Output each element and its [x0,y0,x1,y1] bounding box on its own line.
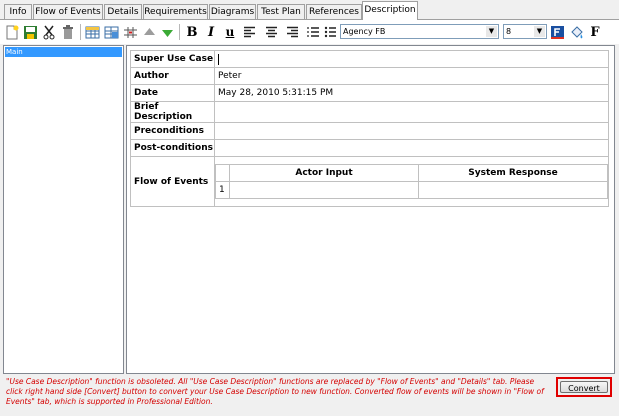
flow-of-events-cell: Actor Input System Response 1 [214,156,609,207]
convert-highlight: Convert [556,377,612,397]
tab-test-plan[interactable]: Test Plan [257,4,305,19]
align-left-icon[interactable] [241,24,257,40]
delete-icon[interactable] [60,24,76,40]
cut-icon[interactable] [41,24,57,40]
split-cells-icon[interactable] [122,24,138,40]
font-size-select[interactable]: 8 ▼ [503,24,547,39]
preconditions-field[interactable] [214,122,609,140]
font-family-select[interactable]: Agency FB ▼ [340,24,499,39]
table-row: 1 [215,181,608,199]
use-case-description-table: Super Use Case Author Peter Date May 28,… [130,50,609,207]
table-row: Brief Description [130,101,609,123]
tab-info[interactable]: Info [4,4,32,19]
row-label: Date [130,84,215,102]
super-use-case-field[interactable] [214,50,609,68]
post-conditions-field[interactable] [214,139,609,157]
table-row: Flow of Events Actor Input System Respon… [130,156,609,207]
formatting-toolbar: B I u Agency FB ▼ 8 ▼ F [0,20,619,44]
font-color-icon[interactable] [549,24,565,40]
tree-item-main[interactable]: Main [5,47,122,57]
table-properties-icon[interactable] [103,24,119,40]
font-family-value: Agency FB [343,27,386,36]
save-icon[interactable] [22,24,38,40]
align-right-icon[interactable] [284,24,300,40]
toolbar-separator [80,24,81,40]
tab-strip: Info Flow of Events Details Requirements… [0,0,619,20]
date-field[interactable]: May 28, 2010 5:31:15 PM [214,84,609,102]
fill-color-icon[interactable] [568,24,584,40]
chevron-down-icon[interactable]: ▼ [534,26,545,37]
tab-details[interactable]: Details [104,4,142,19]
row-label: Author [130,67,215,85]
description-editor[interactable]: Super Use Case Author Peter Date May 28,… [126,45,615,374]
tab-description[interactable]: Description [362,1,418,20]
column-header: Actor Input [229,164,419,182]
column-header [215,164,230,182]
row-label: Brief Description [130,101,215,123]
chevron-down-icon[interactable]: ▼ [486,26,497,37]
obsolete-notice: "Use Case Description" function is obsol… [6,377,544,406]
row-label: Flow of Events [130,156,215,207]
actor-input-cell[interactable] [229,181,419,199]
table-row: Preconditions [130,122,609,140]
table-row: Author Peter [130,67,609,85]
column-header: System Response [418,164,608,182]
bullet-list-icon[interactable] [322,24,338,40]
row-label: Preconditions [130,122,215,140]
table-row: Actor Input System Response [215,164,608,182]
text-cursor [218,53,219,65]
row-label: Super Use Case [130,50,215,68]
underline-icon[interactable]: u [222,24,238,40]
move-up-icon[interactable] [141,24,157,40]
tab-references[interactable]: References [306,4,362,19]
bold-icon[interactable]: B [184,24,200,40]
numbered-list-icon[interactable] [305,24,321,40]
table-row: Post-conditions [130,139,609,157]
tab-diagrams[interactable]: Diagrams [209,4,256,19]
align-center-icon[interactable] [263,24,279,40]
author-field[interactable]: Peter [214,67,609,85]
brief-description-field[interactable] [214,101,609,123]
tab-requirements[interactable]: Requirements [143,4,208,19]
insert-table-icon[interactable] [84,24,100,40]
section-tree[interactable]: Main [3,45,124,374]
new-document-icon[interactable] [4,24,20,40]
flow-of-events-table: Actor Input System Response 1 [215,164,608,199]
table-row: Super Use Case [130,50,609,68]
italic-icon[interactable]: I [203,24,219,40]
convert-button[interactable]: Convert [560,381,608,393]
tab-flow-of-events[interactable]: Flow of Events [33,4,103,19]
table-row: Date May 28, 2010 5:31:15 PM [130,84,609,102]
row-label: Post-conditions [130,139,215,157]
toolbar-separator [179,24,180,40]
step-number: 1 [215,181,230,199]
move-down-icon[interactable] [159,24,175,40]
system-response-cell[interactable] [418,181,608,199]
font-size-value: 8 [506,27,512,36]
font-icon[interactable]: F [587,24,603,40]
